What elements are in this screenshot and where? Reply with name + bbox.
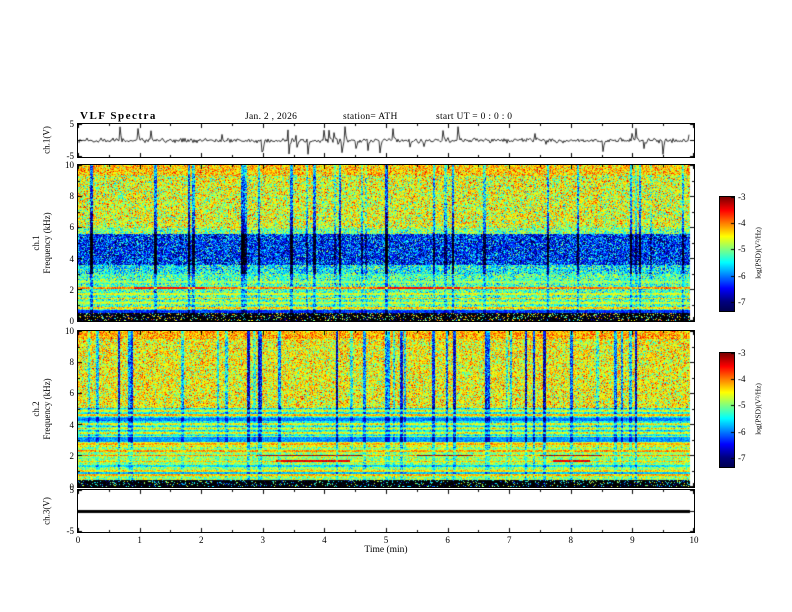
colorbar-ch1-canvas [720,197,734,311]
x-tick-label: 7 [506,535,512,545]
y-tick-label: 6 [69,388,75,399]
colorbar-tick-label: -6 [738,426,746,437]
spec1-channel-label: ch.1 [31,235,41,251]
ylabel-ch1-voltage: ch.1(V) [41,126,52,154]
colorbar-ch1 [719,196,735,312]
spectrogram-ch2-canvas [78,331,694,487]
x-tick-label: 1 [137,535,142,545]
y-tick-label: -5 [66,151,75,161]
x-tick-label: 4 [322,535,327,545]
header-start-ut: start UT = 0 : 0 : 0 [436,112,513,122]
figure-title: VLF Spectra [80,110,157,122]
waveform-ch3-panel [77,489,695,533]
spectrogram-ch1-panel [77,164,695,322]
header-date: Jan. 2 , 2026 [245,112,298,122]
colorbar-tick-label: -5 [738,400,746,411]
colorbar-ch2 [719,352,735,468]
xaxis-label: Time (min) [364,545,408,555]
y-tick-label: 0 [69,316,75,326]
header-station: station= ATH [343,112,398,122]
colorbar-tick-label: -7 [738,296,746,307]
y-tick-label: 8 [69,357,75,368]
waveform-ch3-canvas [78,490,694,532]
y-tick-label: 4 [69,253,75,264]
colorbar-tick-label: -7 [738,452,746,463]
y-tick-label: 5 [69,485,75,495]
colorbar-tick-label: -6 [738,270,746,281]
colorbar-ch2-canvas [720,353,734,467]
spec2-channel-label: ch.2 [31,401,41,417]
colorbar-tick-label: -3 [738,192,746,202]
y-tick-label: 2 [69,284,75,295]
y-tick-label: 10 [65,326,74,336]
colorbar-tick-label: -3 [738,348,746,358]
x-tick-label: 5 [383,535,389,545]
colorbar-tick-label: -5 [738,244,746,255]
x-tick-label: 10 [689,535,699,545]
colorbar-tick-label: -4 [738,218,746,229]
y-tick-label: 8 [69,191,75,202]
x-tick-label: 8 [568,535,574,545]
ylabel-ch3-voltage: ch.3(V) [41,497,52,525]
x-tick-label: 2 [198,535,204,545]
y-tick-label: -5 [66,526,75,536]
colorbar-tick-label: -4 [738,374,746,385]
x-tick-label: 3 [260,535,266,545]
spectrogram-ch2-panel [77,330,695,488]
y-tick-label: 5 [69,119,75,129]
y-tick-label: 10 [65,160,74,170]
waveform-ch1-panel [77,123,695,158]
vlf-spectra-figure: VLF Spectra Jan. 2 , 2026 station= ATH s… [0,0,792,612]
x-tick-label: 0 [75,535,81,545]
x-tick-label: 6 [445,535,450,545]
x-tick-label: 9 [630,535,635,545]
y-tick-label: 2 [69,450,75,461]
spectrogram-ch1-canvas [78,165,694,321]
y-tick-label: 6 [69,222,75,233]
y-tick-label: 4 [69,419,75,430]
waveform-ch1-canvas [78,124,694,157]
